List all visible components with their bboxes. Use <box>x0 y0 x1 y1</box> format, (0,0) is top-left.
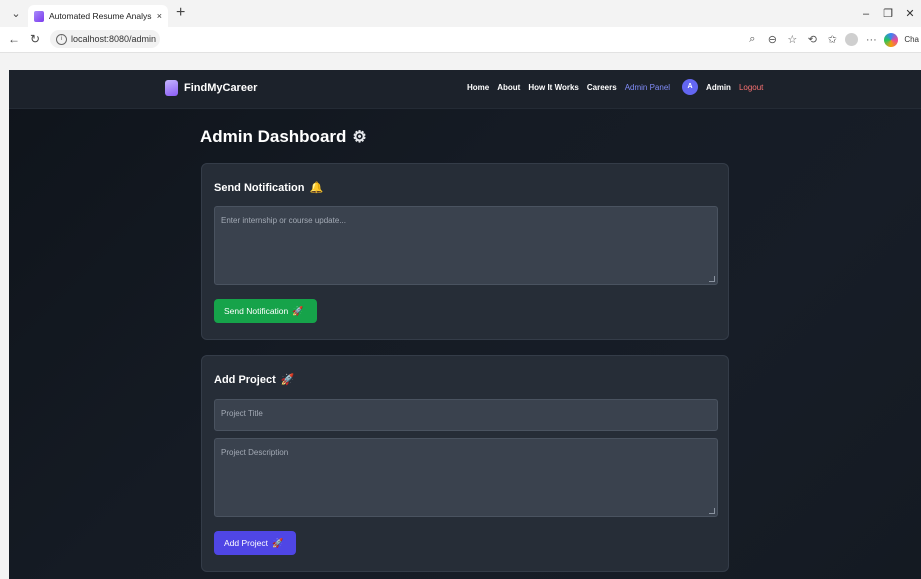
add-project-heading-text: Add Project <box>214 373 276 386</box>
nav-admin-panel[interactable]: Admin Panel <box>625 83 670 92</box>
project-description-textarea[interactable]: Project Description <box>214 438 718 517</box>
rocket-icon: 🚀 <box>292 305 304 316</box>
nav-how-it-works[interactable]: How It Works <box>528 83 579 92</box>
copilot-label[interactable]: Cha <box>904 35 919 44</box>
page-title: Admin Dashboard ⚙ <box>200 127 367 147</box>
app-navbar: FindMyCareer Home About How It Works Car… <box>9 70 921 109</box>
window-controls: – ❐ ✕ <box>855 0 921 27</box>
tab-close-icon[interactable]: × <box>157 11 162 21</box>
resize-handle-icon[interactable] <box>709 276 715 282</box>
brand-logo-icon <box>165 80 178 96</box>
send-notification-heading-text: Send Notification <box>214 181 305 194</box>
project-title-placeholder: Project Title <box>221 409 263 418</box>
search-icon[interactable]: ⌕ <box>745 33 759 46</box>
rocket-icon: 🚀 <box>271 537 284 548</box>
project-title-input[interactable]: Project Title <box>214 399 718 431</box>
browser-tab-bar: ⌄ Automated Resume Analysis & Sk × + – ❐… <box>0 0 921 27</box>
browser-toolbar: ⌕ ⊖ ☆ ⟲ ✩ ··· Cha <box>745 31 921 48</box>
resize-handle-icon[interactable] <box>709 508 715 514</box>
minimize-button[interactable]: – <box>855 8 877 20</box>
send-notification-button[interactable]: Send Notification 🚀 <box>214 299 317 323</box>
notification-textarea-placeholder: Enter internship or course update... <box>221 216 346 225</box>
add-project-button[interactable]: Add Project 🚀 <box>214 531 296 555</box>
browser-tab[interactable]: Automated Resume Analysis & Sk × <box>28 5 168 27</box>
extensions-icon[interactable]: ⟲ <box>805 33 819 46</box>
address-bar: ← ↻ i localhost:8080/admin ⌕ ⊖ ☆ ⟲ ✩ ···… <box>0 27 921 53</box>
more-options-icon[interactable]: ··· <box>864 34 878 46</box>
copilot-icon[interactable] <box>884 32 899 47</box>
url-field[interactable]: i localhost:8080/admin <box>50 30 160 48</box>
nav-links: Home About How It Works Careers Admin Pa… <box>467 79 763 95</box>
maximize-button[interactable]: ❐ <box>877 7 899 20</box>
url-text: localhost:8080/admin <box>71 34 157 44</box>
nav-about[interactable]: About <box>497 83 520 92</box>
gear-icon: ⚙ <box>352 129 367 146</box>
site-info-icon[interactable]: i <box>56 33 67 45</box>
user-avatar[interactable]: A <box>682 79 699 95</box>
close-window-button[interactable]: ✕ <box>899 7 921 20</box>
user-name: Admin <box>706 82 731 92</box>
add-project-card: Add Project 🚀 Project Title Project Desc… <box>201 355 729 572</box>
send-notification-button-label: Send Notification <box>224 306 289 316</box>
tab-favicon-icon <box>34 10 44 22</box>
bell-icon: 🔔 <box>309 182 324 194</box>
favorite-star-icon[interactable]: ☆ <box>785 33 799 46</box>
page-title-text: Admin Dashboard <box>200 127 347 146</box>
nav-careers[interactable]: Careers <box>587 83 617 92</box>
tab-title: Automated Resume Analysis & Sk <box>49 11 152 21</box>
rocket-icon: 🚀 <box>280 374 295 386</box>
app-page: FindMyCareer Home About How It Works Car… <box>9 70 921 579</box>
back-arrow-icon[interactable]: ← <box>8 32 20 46</box>
add-project-button-label: Add Project <box>224 538 268 548</box>
brand-name: FindMyCareer <box>184 82 258 94</box>
reload-icon[interactable]: ↻ <box>30 32 40 46</box>
favorites-list-icon[interactable]: ✩ <box>825 33 839 46</box>
project-description-placeholder: Project Description <box>221 448 289 457</box>
nav-home[interactable]: Home <box>467 83 489 92</box>
profile-avatar[interactable] <box>845 33 859 46</box>
tab-list-chevron-icon[interactable]: ⌄ <box>8 6 24 22</box>
logout-link[interactable]: Logout <box>739 83 763 92</box>
add-project-heading: Add Project 🚀 <box>214 373 295 387</box>
brand[interactable]: FindMyCareer <box>165 80 257 96</box>
notification-textarea[interactable]: Enter internship or course update... <box>214 206 718 285</box>
zoom-icon[interactable]: ⊖ <box>765 33 779 46</box>
send-notification-card: Send Notification 🔔 Enter internship or … <box>201 163 729 340</box>
new-tab-button[interactable]: + <box>176 4 185 22</box>
send-notification-heading: Send Notification 🔔 <box>214 181 324 195</box>
